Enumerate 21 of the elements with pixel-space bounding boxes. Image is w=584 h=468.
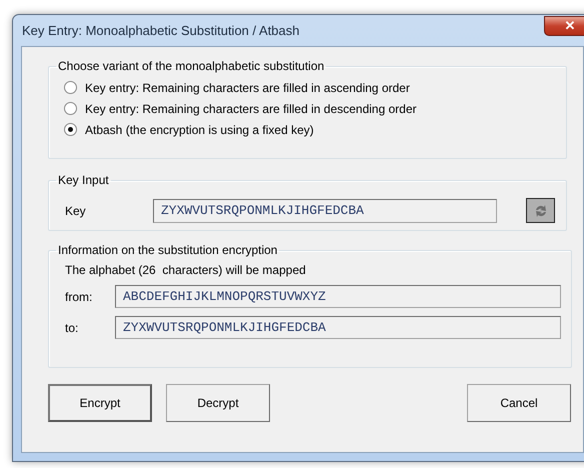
- group-title: Information on the substitution encryption: [57, 243, 278, 257]
- window-title: Key Entry: Monoalphabetic Substitution / Atbash: [21, 23, 300, 38]
- radio-label: Key entry: Remaining characters are filled in ascending order: [85, 80, 410, 94]
- dialog-button[interactable]: Decrypt: [166, 384, 270, 422]
- field-label: Key: [64, 204, 87, 218]
- field-label: to:: [64, 320, 80, 334]
- group-title: Key Input: [57, 173, 110, 187]
- dialog-button[interactable]: Encrypt: [48, 384, 152, 422]
- dialog-button[interactable]: Cancel: [467, 384, 571, 422]
- radio-label: Atbash (the encryption is using a fixed key): [85, 122, 314, 136]
- mapping-field[interactable]: ABCDEFGHIJKLMNOPQRSTUVWXYZ: [115, 285, 561, 308]
- description-text: The alphabet (26 characters) will be mapped: [64, 263, 307, 277]
- key-field[interactable]: ZYXWVUTSRQPONMLKJIHGFEDCBA: [153, 198, 497, 222]
- group-title: Choose variant of the monoalphabetic substitution: [57, 59, 326, 73]
- radio-button[interactable]: [64, 81, 77, 94]
- radio-button[interactable]: [64, 102, 77, 115]
- radio-button[interactable]: [64, 123, 77, 136]
- close-button[interactable]: ✕: [544, 16, 584, 36]
- radio-label: Key entry: Remaining characters are filled in descending order: [85, 102, 417, 116]
- field-label: from:: [64, 290, 94, 304]
- mapping-field[interactable]: ZYXWVUTSRQPONMLKJIHGFEDCBA: [115, 316, 561, 339]
